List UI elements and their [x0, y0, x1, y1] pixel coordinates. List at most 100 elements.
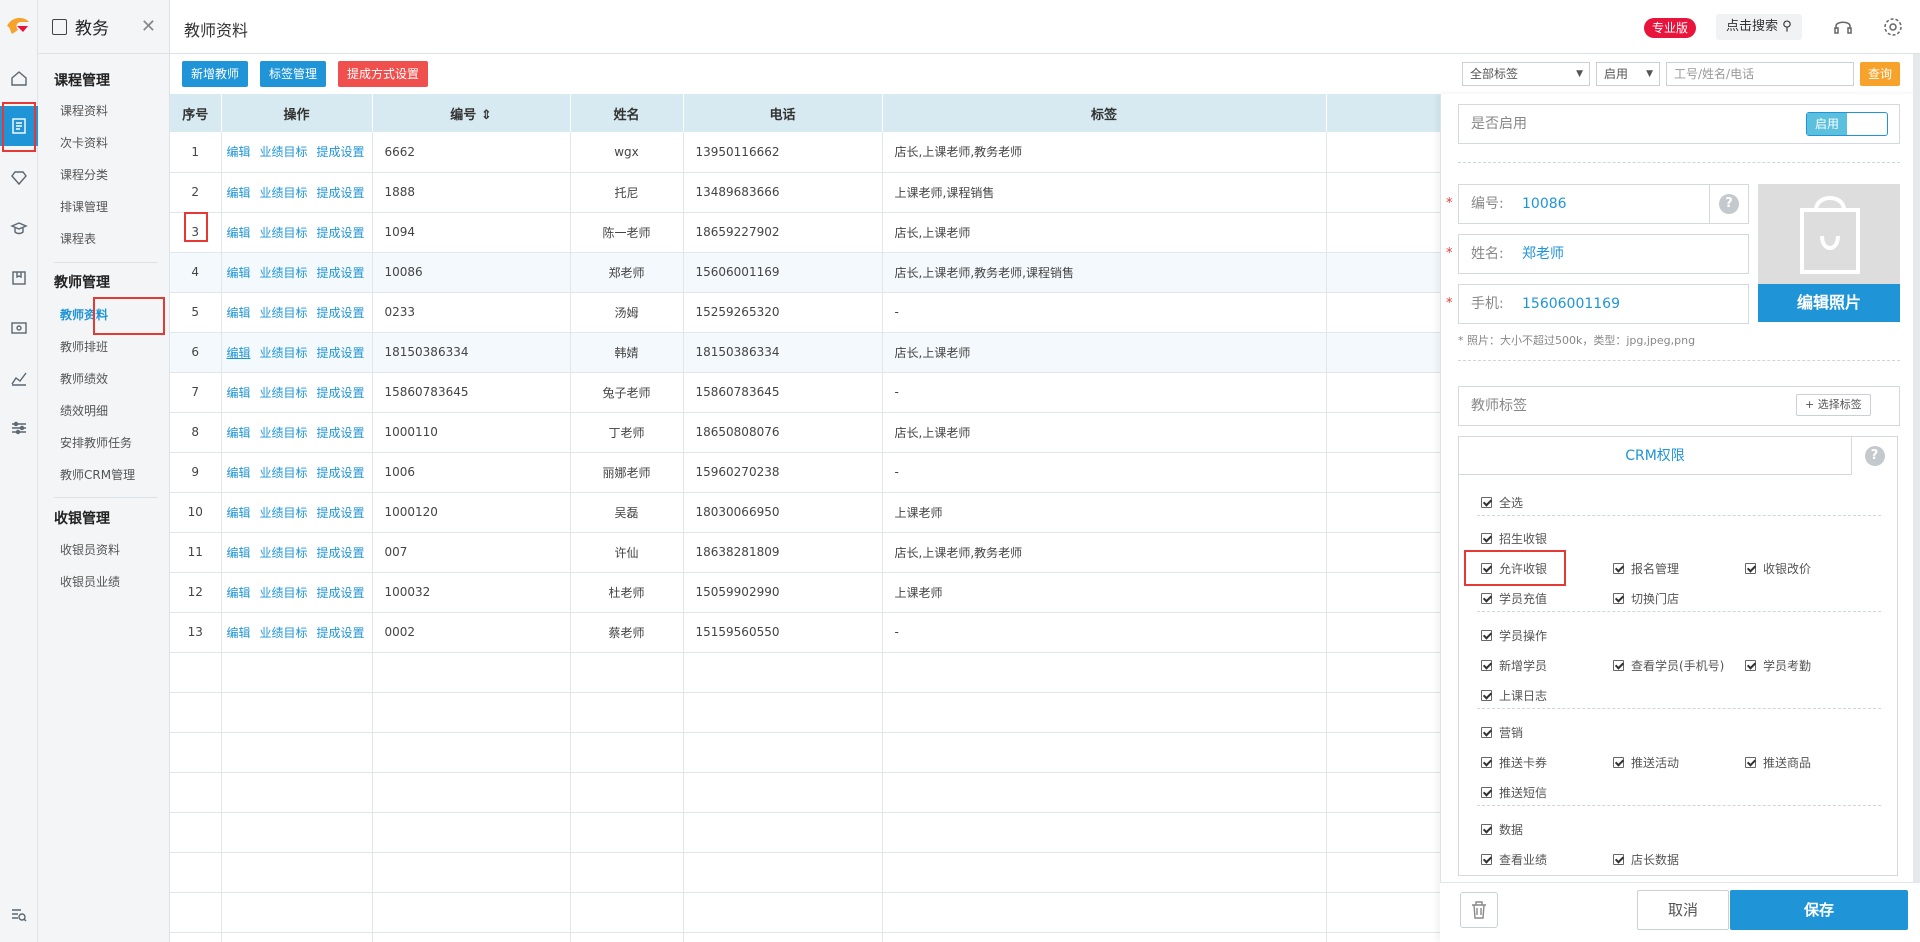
edit-link[interactable]: 编辑	[227, 546, 251, 560]
target-link[interactable]: 业绩目标	[260, 426, 308, 440]
edit-link[interactable]: 编辑	[227, 145, 251, 159]
menu-item-teacher-performance[interactable]: 教师绩效	[60, 370, 108, 387]
checkbox-push-activity[interactable]: 推送活动	[1613, 754, 1679, 771]
table-row[interactable]: 9 编辑 业绩目标 提成设置 1006 丽娜老师 15960270238-	[170, 452, 1440, 493]
table-row[interactable]: 3 编辑 业绩目标 提成设置 1094 陈一老师 18659227902 店长,上课老师	[170, 212, 1440, 253]
target-link[interactable]: 业绩目标	[260, 186, 308, 200]
checkbox-section-data[interactable]: 数据	[1481, 821, 1523, 838]
table-row[interactable]: 13 编辑 业绩目标 提成设置 0002 蔡老师 15159560550-	[170, 612, 1440, 653]
checkbox-class-log[interactable]: 上课日志	[1481, 687, 1547, 704]
commission-link[interactable]: 提成设置	[317, 186, 365, 200]
checkbox-add-student[interactable]: 新增学员	[1481, 657, 1547, 674]
checkbox-view-performance[interactable]: 查看业绩	[1481, 851, 1547, 868]
phone-field[interactable]: 手机: 15606001169	[1458, 284, 1749, 324]
checkbox-push-coupon[interactable]: 推送卡券	[1481, 754, 1547, 771]
edit-link[interactable]: 编辑	[227, 386, 251, 400]
sort-icon[interactable]: ⇕	[481, 108, 492, 123]
checkbox-view-student[interactable]: 查看学员(手机号)	[1613, 657, 1724, 674]
target-link[interactable]: 业绩目标	[260, 466, 308, 480]
commission-link[interactable]: 提成设置	[317, 546, 365, 560]
photo-upload[interactable]: 编辑照片	[1758, 184, 1900, 322]
target-link[interactable]: 业绩目标	[260, 386, 308, 400]
add-teacher-button[interactable]: 新增教师	[182, 61, 249, 87]
edit-link[interactable]: 编辑	[227, 426, 251, 440]
menu-item-performance-detail[interactable]: 绩效明细	[60, 402, 108, 419]
book-icon[interactable]	[0, 258, 38, 298]
delete-button[interactable]	[1460, 892, 1498, 928]
edit-link[interactable]: 编辑	[227, 346, 251, 360]
checkbox-allow-cashier[interactable]: 允许收银	[1481, 560, 1547, 577]
target-link[interactable]: 业绩目标	[260, 626, 308, 640]
commission-link[interactable]: 提成设置	[317, 626, 365, 640]
checkbox-edit-price[interactable]: 收银改价	[1745, 560, 1811, 577]
edit-link[interactable]: 编辑	[227, 266, 251, 280]
payment-icon[interactable]	[0, 308, 38, 348]
cancel-button[interactable]: 取消	[1637, 890, 1729, 930]
menu-item-teacher-data[interactable]: 教师资料	[60, 306, 108, 323]
commission-link[interactable]: 提成设置	[317, 346, 365, 360]
student-icon[interactable]	[0, 208, 38, 248]
search-list-icon[interactable]	[0, 895, 38, 935]
search-button[interactable]: 点击搜索 ⚲	[1716, 14, 1802, 40]
target-link[interactable]: 业绩目标	[260, 266, 308, 280]
commission-settings-button[interactable]: 提成方式设置	[338, 61, 429, 87]
menu-item-teacher-shift[interactable]: 教师排班	[60, 338, 108, 355]
tag-manage-button[interactable]: 标签管理	[260, 61, 327, 87]
menu-item-course-data[interactable]: 课程资料	[60, 102, 108, 119]
table-row[interactable]: 12 编辑 业绩目标 提成设置 100032 杜老师 15059902990 上课老师	[170, 572, 1440, 613]
table-row[interactable]: 4 编辑 业绩目标 提成设置 10086 郑老师 15606001169 店长,上课老师,教务…	[170, 252, 1440, 293]
edit-link[interactable]: 编辑	[227, 506, 251, 520]
menu-item-cashier-data[interactable]: 收银员资料	[60, 541, 120, 558]
select-tag-button[interactable]: + 选择标签	[1796, 394, 1871, 416]
target-link[interactable]: 业绩目标	[260, 145, 308, 159]
checkbox-section-student[interactable]: 学员操作	[1481, 627, 1547, 644]
menu-item-punch-card[interactable]: 次卡资料	[60, 134, 108, 151]
menu-item-course-category[interactable]: 课程分类	[60, 166, 108, 183]
target-link[interactable]: 业绩目标	[260, 546, 308, 560]
tag-filter-select[interactable]: 全部标签 ▼	[1462, 62, 1590, 86]
code-help-icon[interactable]: ?	[1709, 184, 1749, 224]
keyword-input[interactable]: 工号/姓名/电话	[1666, 62, 1854, 86]
menu-item-teacher-crm[interactable]: 教师CRM管理	[60, 466, 135, 483]
code-field[interactable]: 编号: 10086	[1458, 184, 1710, 224]
headset-icon[interactable]	[1832, 16, 1854, 38]
table-row[interactable]: 6 编辑 业绩目标 提成设置 18150386334 韩婧 18150386334 店长,上课…	[170, 332, 1440, 373]
enabled-toggle[interactable]: 启用	[1806, 112, 1888, 136]
edit-link[interactable]: 编辑	[227, 306, 251, 320]
edit-link[interactable]: 编辑	[227, 186, 251, 200]
edit-link[interactable]: 编辑	[227, 466, 251, 480]
commission-link[interactable]: 提成设置	[317, 145, 365, 159]
edit-link[interactable]: 编辑	[227, 626, 251, 640]
document-icon[interactable]	[0, 106, 38, 146]
home-icon[interactable]	[0, 58, 38, 98]
table-row[interactable]: 1 编辑 业绩目标 提成设置 6662 wgx 13950116662 店长,上课老师,教务老…	[170, 132, 1440, 173]
checkbox-push-goods[interactable]: 推送商品	[1745, 754, 1811, 771]
target-link[interactable]: 业绩目标	[260, 346, 308, 360]
commission-link[interactable]: 提成设置	[317, 506, 365, 520]
settings-sliders-icon[interactable]	[0, 408, 38, 448]
query-button[interactable]: 查询	[1860, 62, 1901, 86]
checkbox-manager-data[interactable]: 店长数据	[1613, 851, 1679, 868]
table-row[interactable]: 2 编辑 业绩目标 提成设置 1888 托尼 13489683666 上课老师,课程销售	[170, 172, 1440, 213]
commission-link[interactable]: 提成设置	[317, 306, 365, 320]
panel-scrollbar[interactable]	[1913, 54, 1920, 882]
col-code[interactable]: 编号 ⇕	[372, 94, 571, 132]
target-link[interactable]: 业绩目标	[260, 506, 308, 520]
commission-link[interactable]: 提成设置	[317, 466, 365, 480]
checkbox-push-sms[interactable]: 推送短信	[1481, 784, 1547, 801]
checkbox-enroll-manage[interactable]: 报名管理	[1613, 560, 1679, 577]
menu-item-teacher-task[interactable]: 安排教师任务	[60, 434, 132, 451]
checkbox-select-all[interactable]: 全选	[1481, 494, 1523, 511]
commission-link[interactable]: 提成设置	[317, 266, 365, 280]
close-icon[interactable]: ✕	[141, 16, 156, 37]
target-link[interactable]: 业绩目标	[260, 306, 308, 320]
gear-icon[interactable]	[1882, 16, 1904, 38]
table-row[interactable]: 11 编辑 业绩目标 提成设置 007 许仙 18638281809 店长,上课老师,教务老师	[170, 532, 1440, 573]
menu-item-timetable[interactable]: 课程表	[60, 230, 96, 247]
table-row[interactable]: 5 编辑 业绩目标 提成设置 0233 汤姆 15259265320-	[170, 292, 1440, 333]
checkbox-section-marketing[interactable]: 营销	[1481, 724, 1523, 741]
commission-link[interactable]: 提成设置	[317, 386, 365, 400]
diamond-icon[interactable]	[0, 158, 38, 198]
save-button[interactable]: 保存	[1730, 890, 1908, 930]
name-field[interactable]: 姓名: 郑老师	[1458, 234, 1749, 274]
